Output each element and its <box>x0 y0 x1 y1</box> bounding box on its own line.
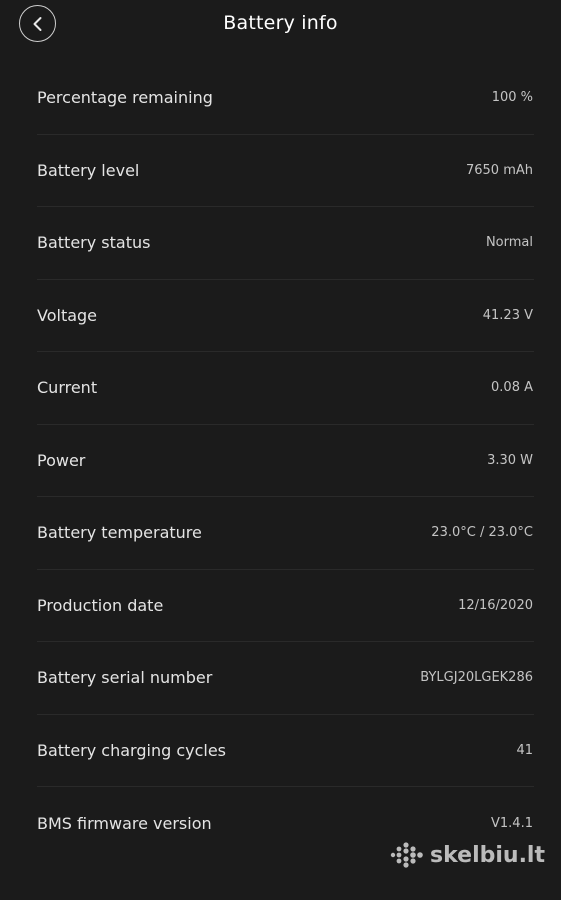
row-battery-status: Battery status Normal <box>37 207 534 280</box>
row-value: Normal <box>485 235 533 251</box>
watermark-text: skelbiu.lt <box>430 842 545 868</box>
row-label: Voltage <box>37 305 98 325</box>
row-label: Power <box>37 450 86 470</box>
watermark: skelbiu.lt <box>390 842 545 868</box>
header: Battery info <box>0 0 561 50</box>
row-value: 41 <box>516 742 533 758</box>
row-percentage-remaining: Percentage remaining 100 % <box>37 62 534 135</box>
row-value: BYLGJ20LGEK286 <box>420 670 533 686</box>
row-value: 23.0°C / 23.0°C <box>431 525 533 541</box>
row-production-date: Production date 12/16/2020 <box>37 570 534 642</box>
row-value: 3.30 W <box>487 452 533 468</box>
row-battery-level: Battery level 7650 mAh <box>37 135 534 207</box>
row-value: 12/16/2020 <box>458 597 533 613</box>
row-label: Battery serial number <box>37 668 213 688</box>
row-value: V1.4.1 <box>491 815 533 831</box>
row-label: Battery temperature <box>37 523 202 543</box>
row-battery-temperature: Battery temperature 23.0°C / 23.0°C <box>37 497 534 570</box>
row-voltage: Voltage 41.23 V <box>37 280 534 352</box>
row-value: 0.08 A <box>491 380 533 396</box>
row-battery-serial-number: Battery serial number BYLGJ20LGEK286 <box>37 642 534 715</box>
row-label: Battery status <box>37 233 151 253</box>
dots-logo-icon <box>390 842 423 868</box>
row-label: Battery charging cycles <box>37 740 227 760</box>
row-value: 41.23 V <box>482 307 533 323</box>
row-power: Power 3.30 W <box>37 425 534 497</box>
battery-info-list: Percentage remaining 100 % Battery level… <box>37 62 534 860</box>
row-battery-charging-cycles: Battery charging cycles 41 <box>37 715 534 787</box>
page-title: Battery info <box>223 12 338 34</box>
row-label: Production date <box>37 595 164 615</box>
row-label: Current <box>37 378 98 398</box>
row-value: 100 % <box>491 90 533 106</box>
row-label: Percentage remaining <box>37 88 213 108</box>
row-label: Battery level <box>37 160 140 180</box>
row-current: Current 0.08 A <box>37 352 534 425</box>
row-value: 7650 mAh <box>465 162 533 178</box>
row-label: BMS firmware version <box>37 813 212 833</box>
